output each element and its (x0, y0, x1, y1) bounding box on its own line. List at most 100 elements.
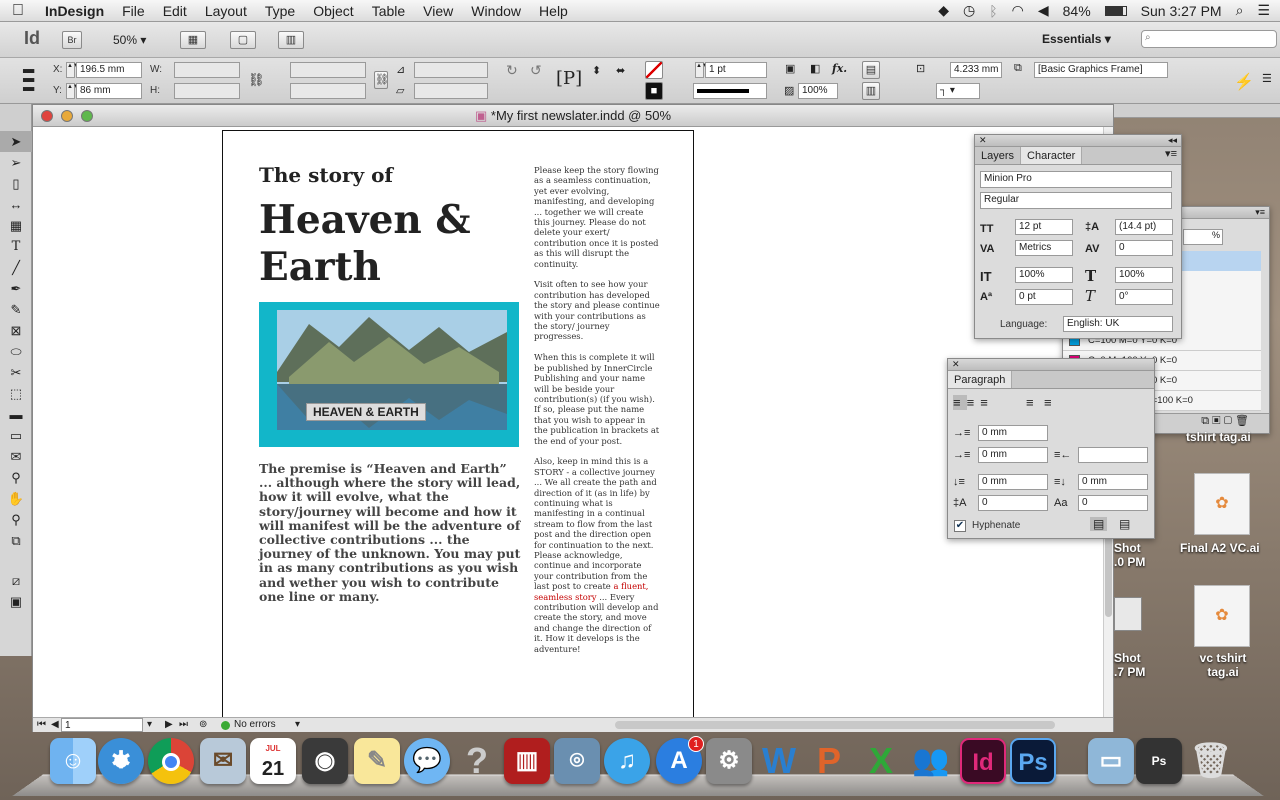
wifi-icon[interactable]: ◠ (1012, 2, 1024, 19)
content-collector-icon[interactable]: ▦ (0, 215, 32, 236)
horizontal-scrollbar[interactable] (615, 721, 1055, 729)
next-page-icon[interactable]: ▶ (165, 718, 173, 732)
rotate-ccw-icon[interactable]: ↺ (530, 62, 542, 79)
system-preferences-icon[interactable]: ⚙ (706, 738, 752, 784)
hero-image-frame[interactable]: HEAVEN & EARTH (259, 302, 519, 447)
mail-icon[interactable]: ✉ (200, 738, 246, 784)
quick-apply-icon[interactable]: ⚡ (1234, 72, 1254, 92)
volume-icon[interactable]: ◀ (1038, 2, 1049, 19)
menu-object[interactable]: Object (304, 3, 362, 19)
align-to-grid-icon[interactable]: ▤ (1116, 517, 1133, 531)
gap-tool-icon[interactable]: ↔ (0, 194, 32, 215)
x-stepper[interactable]: ▲▼ (66, 62, 79, 78)
time-machine-icon[interactable]: ◷ (963, 2, 975, 19)
type-tool-icon[interactable]: T (0, 236, 32, 257)
page-number-field[interactable]: 1 (61, 718, 143, 732)
constrain-proportions-icon[interactable]: ⛓ (248, 72, 265, 88)
select-container-icon[interactable]: ⬍ (592, 64, 601, 77)
workspace-switcher[interactable]: Essentials ▾ (1042, 32, 1111, 46)
menu-edit[interactable]: Edit (154, 3, 196, 19)
menu-app-name[interactable]: InDesign (36, 3, 113, 19)
fill-swatch-button[interactable] (645, 61, 663, 79)
iphoto-icon[interactable]: ⌾ (554, 738, 600, 784)
facetime-icon[interactable]: ◉ (302, 738, 348, 784)
flip-icon[interactable]: [P] (556, 68, 582, 89)
powerpoint-icon[interactable]: P (806, 738, 852, 784)
page-tool-icon[interactable]: ▯ (0, 173, 32, 194)
photo-booth-icon[interactable]: ▥ (504, 738, 550, 784)
collapse-panel-icon[interactable]: ◂◂ (1168, 135, 1181, 146)
frame-width-field[interactable]: 4.233 mm (950, 62, 1002, 78)
menu-view[interactable]: View (414, 3, 462, 19)
eyedropper-tool-icon[interactable]: ⚲ (0, 467, 32, 488)
help-search-field[interactable]: ⌕ (1141, 30, 1277, 48)
reference-point-icon[interactable]: ▪▪▪ ▪▪▪ ▪▪▪ (22, 64, 35, 98)
previous-page-icon[interactable]: ◀ (51, 718, 59, 732)
kerning-field[interactable]: Metrics (1015, 240, 1073, 256)
messenger-icon[interactable]: 👥 (908, 738, 954, 784)
menu-type[interactable]: Type (256, 3, 304, 19)
ai-file-icon[interactable]: ✿ (1194, 585, 1250, 647)
font-family-dropdown[interactable]: Minion Pro (980, 171, 1172, 188)
left-indent-field[interactable]: 0 mm (978, 425, 1048, 441)
close-panel-icon[interactable]: ✕ (948, 359, 960, 369)
y-position-field[interactable]: 86 mm (76, 83, 142, 99)
zoom-tool-icon[interactable]: ⚲ (0, 509, 32, 530)
align-left-icon[interactable]: ≡ (953, 395, 967, 410)
lede-paragraph[interactable]: The premise is “Heaven and Earth” ... al… (259, 461, 524, 604)
fill-stroke-icon[interactable]: ⧉ (0, 530, 32, 570)
do-not-align-grid-icon[interactable]: ▤ (1090, 517, 1108, 531)
photoshop-dock-icon[interactable]: Ps (1010, 738, 1056, 784)
word-icon[interactable]: W (756, 738, 802, 784)
pasteboard[interactable]: The story of Heaven & Earth HEAVEN & EAR… (33, 127, 1103, 730)
tab-character[interactable]: Character (1021, 147, 1083, 164)
height-field[interactable] (174, 83, 240, 99)
zoom-button[interactable] (81, 110, 93, 122)
rotate-cw-icon[interactable]: ↻ (506, 62, 518, 79)
scale-x-field[interactable] (290, 62, 366, 78)
bluetooth-icon[interactable]: ᛒ (989, 3, 997, 19)
font-size-field[interactable]: 12 pt (1015, 219, 1073, 235)
finder-icon[interactable]: ☺ (50, 738, 96, 784)
desktop-icon-label[interactable]: Final A2 VC.ai (1180, 541, 1260, 555)
chrome-icon[interactable] (148, 738, 194, 784)
new-swatch-icon[interactable]: ▢ (1224, 415, 1232, 427)
fx-button[interactable]: fx. (832, 62, 847, 75)
y-stepper[interactable]: ▲▼ (66, 83, 79, 99)
menu-table[interactable]: Table (363, 3, 414, 19)
menu-layout[interactable]: Layout (196, 3, 256, 19)
space-before-field[interactable]: 0 mm (978, 474, 1048, 490)
desktop-icon-label[interactable]: tshirt tag.ai (1186, 430, 1251, 444)
menu-window[interactable]: Window (462, 3, 530, 19)
baseline-shift-field[interactable]: 0 pt (1015, 289, 1073, 305)
calendar-icon[interactable]: JUL 21 (250, 738, 296, 784)
stroke-weight-field[interactable]: 1 pt (705, 62, 767, 78)
ai-file-icon[interactable]: ✿ (1194, 473, 1250, 535)
messages-icon[interactable]: 💬 (404, 738, 450, 784)
panel-menu-icon[interactable]: ☰ (1262, 72, 1272, 85)
downloads-folder-icon[interactable]: ▭ (1088, 738, 1134, 784)
tracking-field[interactable]: 0 (1115, 240, 1173, 256)
gradient-tool-icon[interactable]: ▬ (0, 404, 32, 425)
apple-icon[interactable]:  (0, 2, 36, 20)
page-dropdown-icon[interactable]: ▾ (147, 718, 152, 732)
corner-options-dropdown[interactable]: ┐ ▾ (936, 83, 980, 99)
line-tool-icon[interactable]: ╱ (0, 257, 32, 278)
gradient-feather-tool-icon[interactable]: ▭ (0, 425, 32, 446)
effects-icon[interactable]: ◧ (810, 62, 820, 75)
panel-menu-icon[interactable]: ▾≡ (1165, 147, 1181, 164)
zoom-level-dropdown[interactable]: 50% ▾ (113, 33, 146, 47)
help-icon[interactable]: ? (454, 738, 500, 784)
x-position-field[interactable]: 196.5 mm (76, 62, 142, 78)
scale-y-field[interactable] (290, 83, 366, 99)
preflight-dropdown-icon[interactable]: ▾ (295, 718, 300, 732)
partial-icon-label[interactable]: Shot .7 PM (1114, 651, 1145, 679)
partial-icon-label[interactable]: Shot .0 PM (1114, 541, 1145, 569)
free-transform-tool-icon[interactable]: ⬚ (0, 383, 32, 404)
close-button[interactable] (41, 110, 53, 122)
pen-tool-icon[interactable]: ✒ (0, 278, 32, 299)
constrain-scale-icon[interactable]: ⛓ (374, 71, 389, 89)
justify-center-icon[interactable]: ≡ (1044, 395, 1052, 410)
tab-paragraph[interactable]: Paragraph (948, 371, 1013, 388)
drop-shadow-icon[interactable]: ▣ (785, 62, 795, 75)
